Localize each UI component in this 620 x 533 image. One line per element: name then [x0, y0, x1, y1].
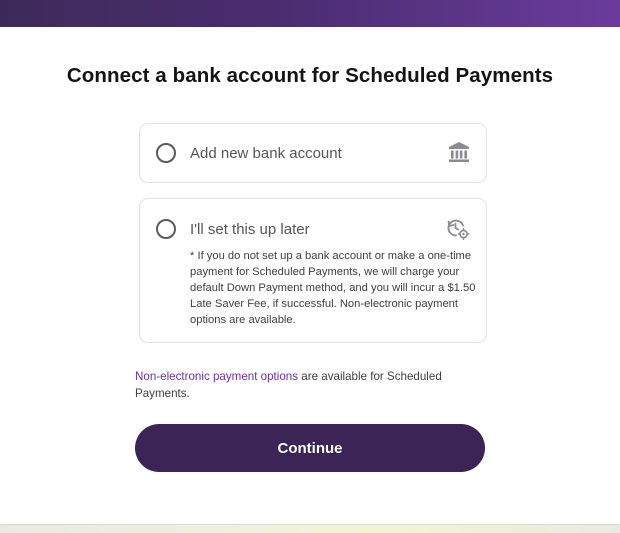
option-add-bank-account[interactable]: Add new bank account — [139, 123, 487, 183]
radio-add-bank-account[interactable] — [156, 143, 176, 163]
option-label-add-bank-account: Add new bank account — [190, 145, 342, 162]
clock-settings-icon — [446, 217, 470, 246]
top-header-bar — [0, 0, 620, 27]
option-set-up-later[interactable]: I'll set this up later * If you do not s… — [139, 198, 487, 343]
continue-button[interactable]: Continue — [135, 424, 485, 472]
bank-icon — [448, 140, 470, 169]
non-electronic-options-text: Non-electronic payment options are avail… — [135, 368, 485, 402]
non-electronic-options-link[interactable]: Non-electronic payment options — [135, 370, 298, 383]
option-label-set-up-later: I'll set this up later — [190, 221, 310, 238]
radio-set-up-later[interactable] — [156, 219, 176, 239]
set-up-later-note: * If you do not set up a bank account or… — [190, 250, 476, 326]
page-title: Connect a bank account for Scheduled Pay… — [66, 64, 554, 87]
